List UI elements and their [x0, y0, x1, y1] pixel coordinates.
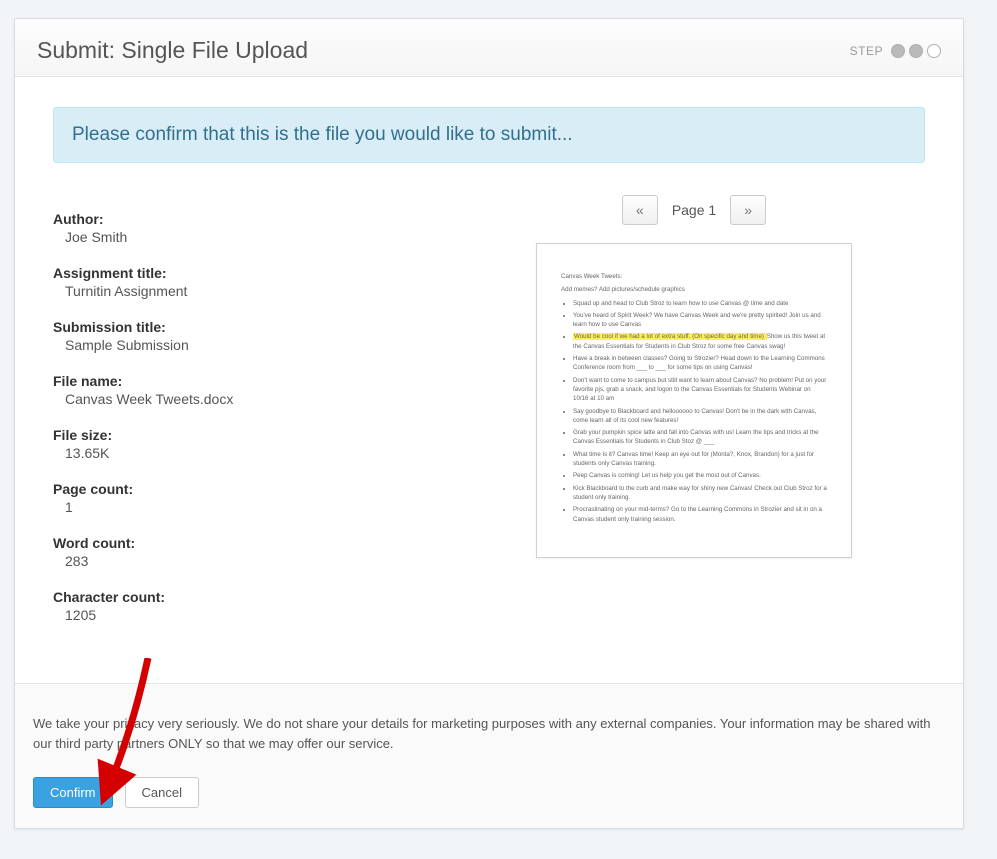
preview-bullet: Don't want to come to campus but still w…: [573, 376, 827, 404]
dialog-body: Please confirm that this is the file you…: [15, 77, 963, 683]
dialog-footer: We take your privacy very seriously. We …: [15, 683, 963, 828]
preview-bullet: Have a break in between classes? Going t…: [573, 354, 827, 373]
page-label: Page 1: [672, 202, 716, 218]
confirm-button[interactable]: Confirm: [33, 777, 113, 808]
character-count-label: Character count:: [53, 589, 433, 605]
step-indicator: STEP: [850, 44, 941, 58]
preview-column: « Page 1 » Canvas Week Tweets: Add memes…: [463, 195, 925, 659]
step-dot-1: [891, 44, 905, 58]
prev-page-button[interactable]: «: [622, 195, 658, 225]
privacy-notice: We take your privacy very seriously. We …: [33, 714, 945, 753]
preview-bullet: Grab your pumpkin spice latte and fall i…: [573, 428, 827, 447]
confirm-alert: Please confirm that this is the file you…: [53, 107, 925, 163]
dialog-title: Submit: Single File Upload: [37, 37, 308, 64]
next-page-button[interactable]: »: [730, 195, 766, 225]
preview-title: Canvas Week Tweets:: [561, 272, 827, 281]
submission-metadata: Author: Joe Smith Assignment title: Turn…: [53, 211, 433, 643]
preview-bullet: Kick Blackboard to the curb and make way…: [573, 484, 827, 503]
preview-bullet: Say goodbye to Blackboard and helloooooo…: [573, 407, 827, 426]
word-count-value: 283: [65, 553, 433, 569]
step-label: STEP: [850, 44, 883, 58]
file-name-label: File name:: [53, 373, 433, 389]
preview-bullet: Would be cool if we had a lot of extra s…: [573, 332, 827, 351]
preview-bullet: What time is it? Canvas time! Keep an ey…: [573, 450, 827, 469]
file-name-value: Canvas Week Tweets.docx: [65, 391, 433, 407]
preview-bullet: Procrastinating on your mid-terms? Go to…: [573, 505, 827, 524]
submission-title-label: Submission title:: [53, 319, 433, 335]
page-navigator: « Page 1 »: [622, 195, 766, 225]
step-dot-3: [927, 44, 941, 58]
character-count-value: 1205: [65, 607, 433, 623]
preview-bullet: You've heard of Spirit Week? We have Can…: [573, 311, 827, 330]
file-size-value: 13.65K: [65, 445, 433, 461]
document-preview: Canvas Week Tweets: Add memes? Add pictu…: [536, 243, 852, 558]
file-size-label: File size:: [53, 427, 433, 443]
page-count-value: 1: [65, 499, 433, 515]
cancel-button[interactable]: Cancel: [125, 777, 199, 808]
preview-bullet-list: Squad up and head to Club Stroz to learn…: [561, 299, 827, 524]
preview-bullet: Peep Canvas is coming! Let us help you g…: [573, 471, 827, 480]
step-dot-2: [909, 44, 923, 58]
preview-bullet: Squad up and head to Club Stroz to learn…: [573, 299, 827, 308]
assignment-title-label: Assignment title:: [53, 265, 433, 281]
author-label: Author:: [53, 211, 433, 227]
word-count-label: Word count:: [53, 535, 433, 551]
author-value: Joe Smith: [65, 229, 433, 245]
submit-dialog: Submit: Single File Upload STEP Please c…: [14, 18, 964, 829]
preview-subtitle: Add memes? Add pictures/schedule graphic…: [561, 285, 827, 294]
page-count-label: Page count:: [53, 481, 433, 497]
assignment-title-value: Turnitin Assignment: [65, 283, 433, 299]
submission-title-value: Sample Submission: [65, 337, 433, 353]
dialog-header: Submit: Single File Upload STEP: [15, 19, 963, 77]
